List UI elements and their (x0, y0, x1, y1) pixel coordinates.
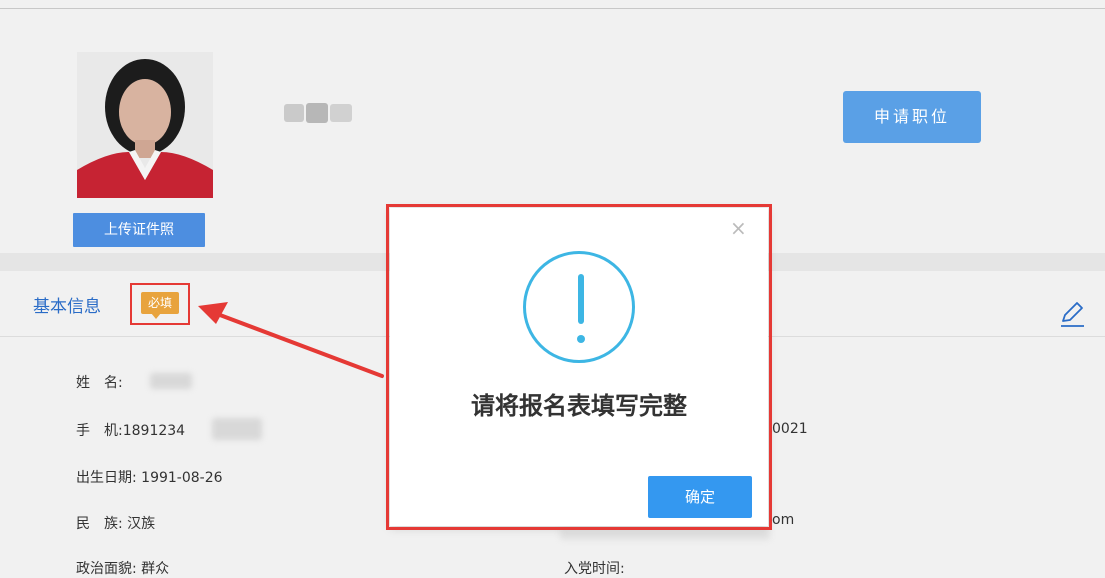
ethnicity-value: 汉族 (127, 516, 156, 532)
modal-highlight-outline (386, 204, 772, 530)
phone-value: 1891234 (122, 423, 186, 439)
birth-value: 1991-08-26 (141, 470, 223, 486)
ethnicity-label: 民 族: (76, 516, 123, 532)
section-title-basic-info: 基本信息 (33, 297, 101, 317)
top-divider (0, 8, 1105, 9)
right-field-fragment-2: om (772, 512, 795, 528)
profile-photo (77, 52, 213, 198)
pencil-icon[interactable] (1057, 298, 1087, 328)
name-row: 姓 名: (76, 372, 123, 392)
annotation-arrow (198, 302, 384, 378)
name-redacted (284, 103, 352, 123)
phone-value-redacted (212, 418, 262, 440)
name-value-redacted (150, 373, 192, 389)
required-badge: 必填 (141, 292, 179, 314)
required-highlight: 必填 (130, 283, 190, 325)
politics-value: 群众 (141, 561, 170, 577)
phone-row: 手 机:1891234 (76, 420, 185, 440)
upload-photo-button[interactable]: 上传证件照 (73, 213, 205, 247)
required-badge-tail (151, 313, 161, 319)
right-field-fragment-1: 0021 (772, 421, 808, 437)
apply-position-button[interactable]: 申请职位 (843, 91, 981, 143)
profile-photo-image (77, 52, 213, 198)
birth-row: 出生日期: 1991-08-26 (76, 467, 223, 487)
politics-label: 政治面貌: (76, 561, 137, 577)
ethnicity-row: 民 族: 汉族 (76, 513, 155, 533)
phone-label: 手 机: (76, 423, 123, 439)
birth-label: 出生日期: (76, 470, 137, 486)
party-join-label: 入党时间: (564, 561, 625, 577)
party-join-row: 入党时间: (564, 558, 625, 578)
politics-row: 政治面貌: 群众 (76, 558, 169, 578)
name-label: 姓 名: (76, 375, 123, 391)
